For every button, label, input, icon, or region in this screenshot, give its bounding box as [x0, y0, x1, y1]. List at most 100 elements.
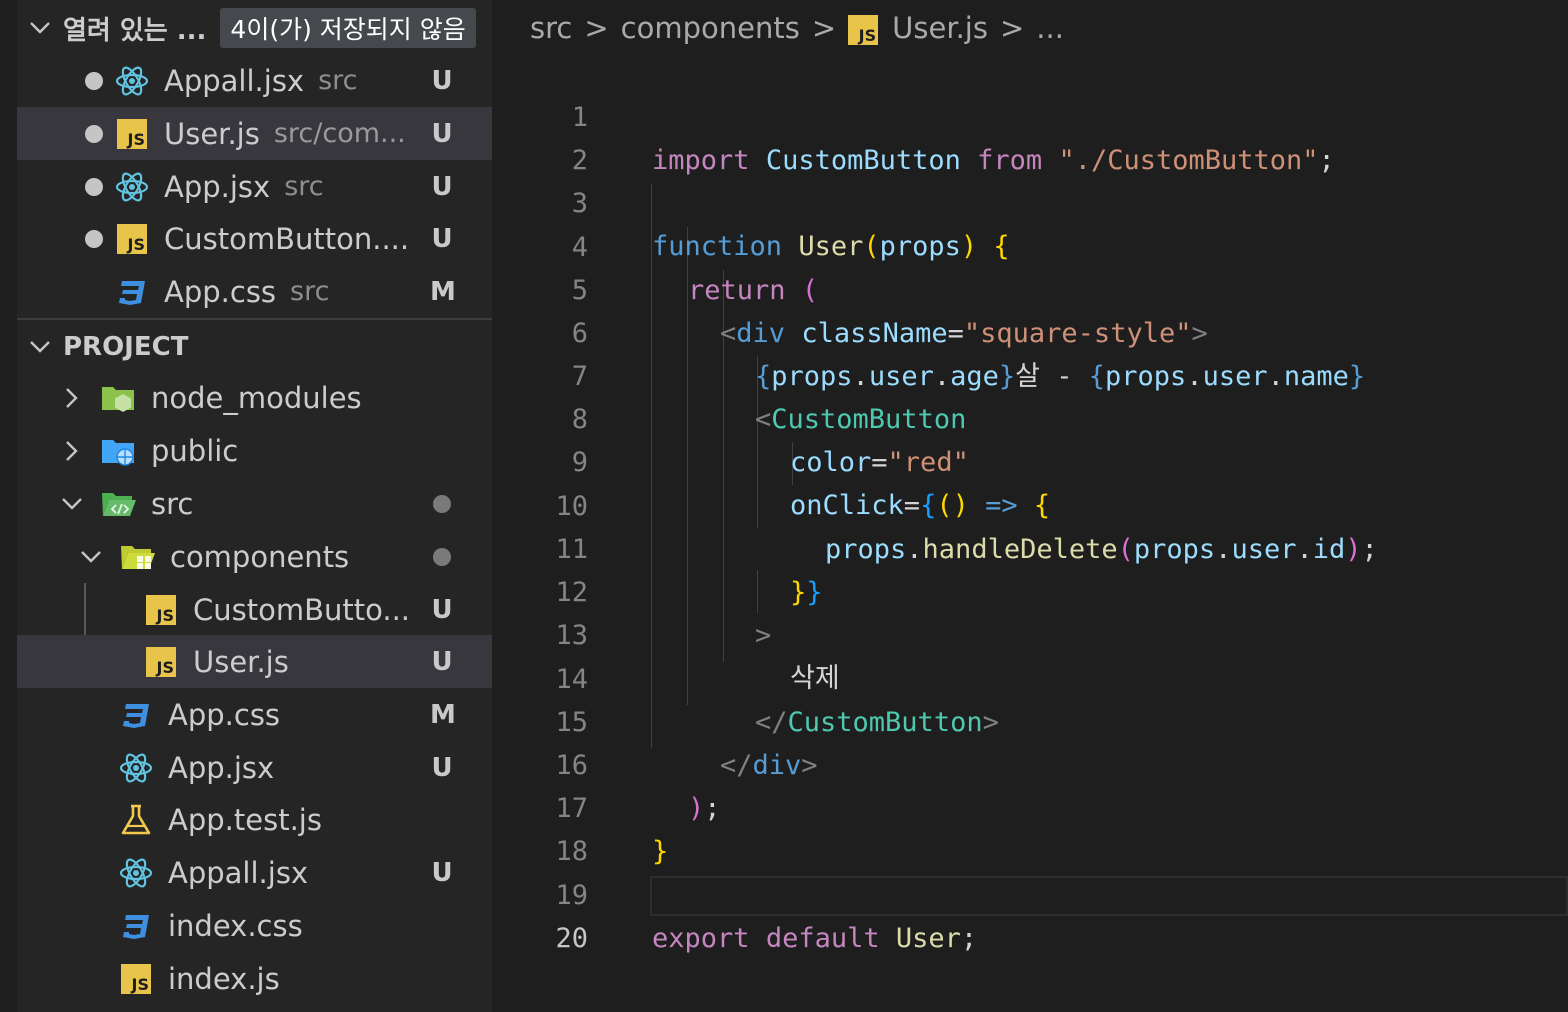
css-icon	[118, 697, 154, 733]
git-status: U	[431, 646, 453, 677]
tree-file-app-test-js[interactable]: App.test.js	[17, 793, 492, 846]
tree-item-name: Appall.jsx	[168, 855, 309, 890]
code-line[interactable]: 8 color="red"	[492, 355, 1568, 478]
tree-item-name: src	[151, 486, 194, 521]
js-icon: JS	[143, 644, 179, 680]
git-status: U	[431, 594, 453, 625]
breadcrumb-src[interactable]: src	[530, 11, 572, 45]
flask-icon	[118, 802, 154, 838]
code-line[interactable]: 6 {props.user.age}살 - {props.user.name}	[492, 269, 1568, 392]
open-editor-path: src	[318, 65, 358, 96]
code-line[interactable]: 16 );	[492, 701, 1568, 824]
modified-dot-icon	[433, 494, 451, 513]
code-line[interactable]: 15 </div>	[492, 658, 1568, 781]
breadcrumb-symbol[interactable]: ...	[1036, 11, 1064, 45]
code-line[interactable]: 10 props.handleDelete(props.user.id);	[492, 442, 1568, 565]
breadcrumb-chevron-icon: >	[999, 11, 1025, 45]
unsaved-dot-icon[interactable]	[85, 177, 103, 196]
unsaved-dot-icon[interactable]	[85, 229, 103, 248]
open-editor-item[interactable]: JS User.js src/com... U	[17, 107, 492, 160]
tree-folder-src[interactable]: src	[17, 477, 492, 530]
code-line[interactable]: 18	[492, 787, 1568, 867]
open-editor-item[interactable]: App.css src M	[17, 265, 492, 318]
code-line[interactable]: 4 return (	[492, 183, 1568, 306]
js-icon: JS	[143, 592, 179, 628]
open-editor-item[interactable]: Appall.jsx src U	[17, 54, 492, 107]
code-line[interactable]: 17 }	[492, 744, 1568, 867]
chevron-down-icon	[17, 340, 63, 354]
token: ;	[960, 923, 978, 954]
chevron-right-icon	[55, 387, 89, 409]
breadcrumb: src > components > JS User.js > ...	[530, 4, 1064, 52]
token: User	[895, 923, 961, 954]
breadcrumb-user-js[interactable]: User.js	[892, 11, 988, 45]
tree-item-name: App.test.js	[168, 802, 322, 837]
open-editor-path: src/com...	[273, 118, 406, 149]
react-icon	[118, 750, 154, 786]
code-line[interactable]: 5 <div className="square-style">	[492, 226, 1568, 349]
activity-edge	[0, 0, 17, 1012]
tree-item-name: components	[170, 539, 350, 574]
tree-item-name: User.js	[193, 644, 289, 679]
project-header[interactable]: PROJECT	[17, 320, 492, 374]
code-line[interactable]: 1 import CustomButton from "./CustomButt…	[492, 53, 1568, 176]
js-icon: JS	[118, 961, 154, 997]
code-line[interactable]: 20	[492, 874, 1568, 954]
tree-file-appall-jsx[interactable]: Appall.jsx U	[17, 846, 492, 899]
js-icon: JS	[848, 11, 879, 45]
tree-file-app-jsx[interactable]: App.jsx U	[17, 741, 492, 794]
tree-file-index-css[interactable]: index.css	[17, 899, 492, 952]
unsaved-count-badge: 4이(가) 저장되지 않음	[220, 8, 476, 48]
open-editor-path: src	[284, 171, 324, 202]
tree-file-custombutton[interactable]: JS CustomButto... U	[17, 583, 492, 636]
components-folder-icon	[120, 539, 156, 575]
unsaved-dot-icon[interactable]	[85, 124, 103, 143]
tree-item-name: App.jsx	[168, 750, 275, 785]
code-line[interactable]: 7 <CustomButton	[492, 312, 1568, 435]
code-line[interactable]: 2	[492, 96, 1568, 176]
code-line[interactable]: 3 function User(props) {	[492, 139, 1568, 262]
react-icon	[114, 63, 150, 99]
tree-file-index-js[interactable]: JS index.js	[17, 952, 492, 1005]
open-editors-header[interactable]: 열려 있는 ... 4이(가) 저장되지 않음	[17, 1, 492, 55]
js-icon: JS	[114, 116, 150, 152]
open-editor-name: CustomButton....	[164, 221, 410, 256]
react-icon	[118, 855, 154, 891]
token: export	[652, 923, 750, 954]
open-editor-name: Appall.jsx	[164, 63, 305, 98]
line-number: 20	[555, 923, 588, 954]
project-title: PROJECT	[63, 332, 189, 362]
css-icon	[114, 274, 150, 310]
tree-item-name: public	[151, 433, 239, 468]
tree-item-name: App.css	[168, 697, 281, 732]
git-status: M	[430, 699, 456, 730]
open-editor-name: User.js	[164, 116, 260, 151]
git-status: U	[431, 171, 453, 202]
code-line[interactable]: 19 export default User;	[492, 831, 1568, 954]
code-line[interactable]: 12 >	[492, 528, 1568, 651]
open-editor-item[interactable]: App.jsx src U	[17, 160, 492, 213]
unsaved-dot-icon[interactable]	[85, 71, 103, 90]
public-folder-icon	[101, 433, 137, 469]
tree-folder-components[interactable]: components	[17, 530, 492, 583]
js-icon: JS	[114, 221, 150, 257]
tree-file-user-js[interactable]: JS User.js U	[17, 635, 492, 688]
git-status: M	[430, 276, 456, 307]
code-line[interactable]: 9 onClick={() => {	[492, 398, 1568, 521]
modified-dot-icon	[433, 547, 451, 566]
code-line[interactable]: 14 </CustomButton>	[492, 615, 1568, 738]
open-editors-title: 열려 있는 ...	[63, 15, 207, 46]
tree-folder-public[interactable]: public	[17, 424, 492, 477]
tree-folder-node-modules[interactable]: node_modules	[17, 371, 492, 424]
breadcrumb-components[interactable]: components	[621, 11, 800, 45]
tree-file-app-css[interactable]: App.css M	[17, 688, 492, 741]
chevron-right-icon	[55, 440, 89, 462]
explorer-sidebar: 열려 있는 ... 4이(가) 저장되지 않음 Appall.jsx src U…	[0, 0, 492, 1012]
code-editor[interactable]: src > components > JS User.js > ... 1 im…	[492, 0, 1568, 1012]
code-line[interactable]: 11 }}	[492, 485, 1568, 608]
open-editor-path: src	[290, 276, 330, 307]
code-line[interactable]: 13 삭제	[492, 571, 1568, 694]
open-editor-item[interactable]: JS CustomButton.... U	[17, 212, 492, 265]
code-content: export default User;	[652, 917, 977, 960]
